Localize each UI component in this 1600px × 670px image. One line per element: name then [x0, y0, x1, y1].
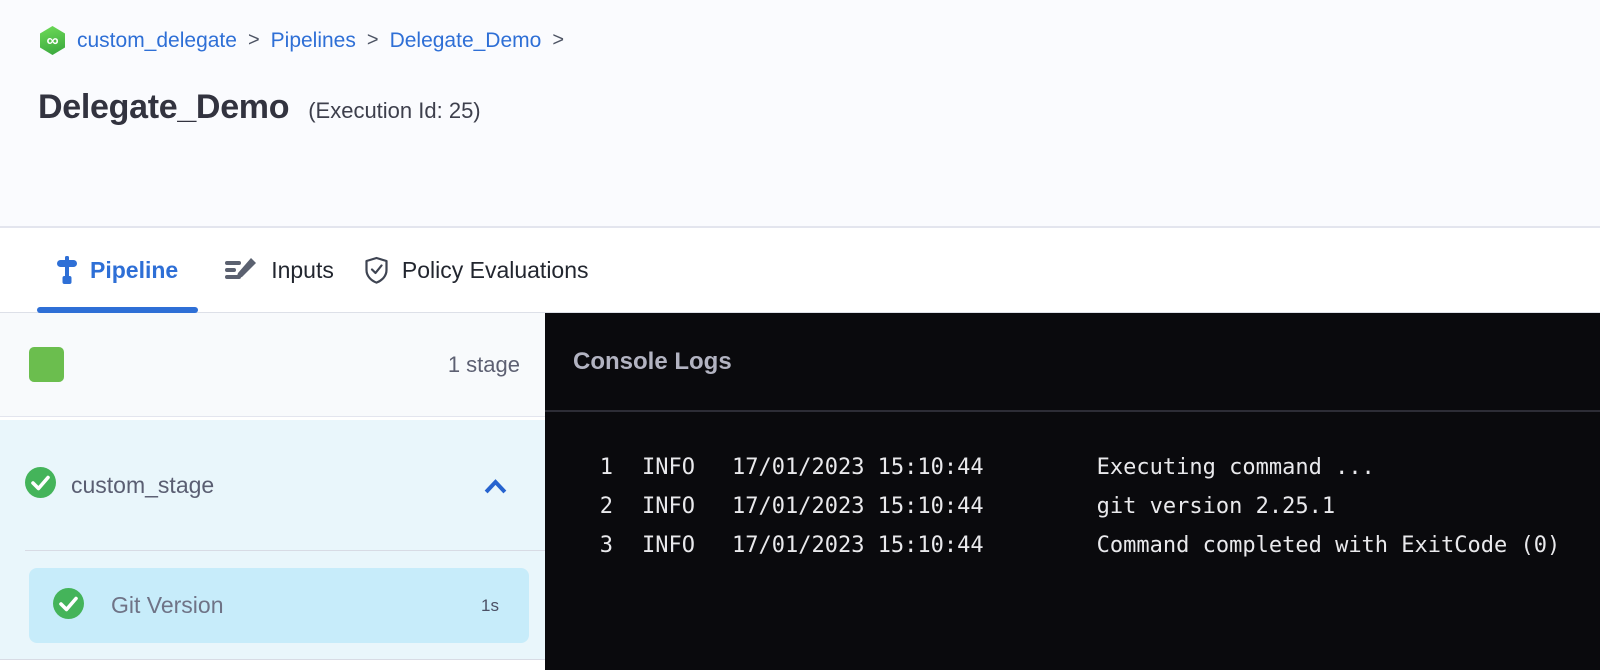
stage-status-square-icon: [29, 347, 64, 382]
execution-content: 1 stage custom_stage: [0, 313, 1600, 670]
console-log-area: 1 INFO 17/01/2023 15:10:44 Executing com…: [545, 412, 1600, 565]
console-logs-panel: Console Logs 1 INFO 17/01/2023 15:10:44 …: [545, 313, 1600, 670]
log-level: INFO: [642, 526, 695, 565]
pipeline-execution-page: ∞ custom_delegate > Pipelines > Delegate…: [0, 0, 1600, 670]
log-line-number: 1: [545, 448, 613, 487]
console-logs-title: Console Logs: [573, 348, 732, 376]
execution-header: ∞ custom_delegate > Pipelines > Delegate…: [0, 0, 1600, 228]
execution-tabbar: Pipeline Inputs Policy Evaluati: [0, 228, 1600, 313]
stage-row-custom-stage[interactable]: custom_stage: [0, 420, 545, 550]
tab-pipeline[interactable]: Pipeline: [37, 228, 198, 312]
log-message: git version 2.25.1: [1097, 487, 1335, 526]
edit-lines-icon: [224, 255, 258, 285]
next-section-edge: [0, 659, 545, 670]
stage-panel: 1 stage custom_stage: [0, 313, 545, 670]
infinity-glyph: ∞: [46, 32, 58, 49]
success-check-icon: [53, 588, 84, 624]
log-timestamp: 17/01/2023 15:10:44: [732, 448, 984, 487]
log-level: INFO: [642, 448, 695, 487]
stage-step-divider: [25, 550, 545, 551]
log-line: 3 INFO 17/01/2023 15:10:44 Command compl…: [545, 526, 1600, 565]
stage-name-label: custom_stage: [71, 472, 214, 499]
log-message: Command completed with ExitCode (0): [1097, 526, 1561, 565]
success-check-icon: [25, 467, 56, 503]
breadcrumb-link-pipelines[interactable]: Pipelines: [271, 29, 356, 53]
step-row-git-version[interactable]: Git Version 1s: [29, 568, 529, 643]
breadcrumb-link-project[interactable]: custom_delegate: [77, 29, 237, 53]
log-timestamp: 17/01/2023 15:10:44: [732, 487, 984, 526]
breadcrumb-separator: >: [367, 29, 379, 52]
breadcrumb-link-pipeline[interactable]: Delegate_Demo: [390, 29, 542, 53]
log-line: 1 INFO 17/01/2023 15:10:44 Executing com…: [545, 448, 1600, 487]
breadcrumb-separator: >: [248, 29, 260, 52]
log-message: Executing command ...: [1097, 448, 1375, 487]
tab-pipeline-label: Pipeline: [90, 257, 178, 284]
breadcrumb-separator: >: [552, 29, 564, 52]
log-line: 2 INFO 17/01/2023 15:10:44 git version 2…: [545, 487, 1600, 526]
log-timestamp: 17/01/2023 15:10:44: [732, 526, 984, 565]
breadcrumb: ∞ custom_delegate > Pipelines > Delegate…: [40, 0, 1600, 55]
active-tab-indicator: [37, 307, 198, 313]
pipeline-icon: [57, 256, 77, 284]
console-logs-header: Console Logs: [545, 313, 1600, 412]
stage-section-spacer: [0, 643, 545, 659]
tab-policy-evaluations-label: Policy Evaluations: [402, 257, 589, 284]
chevron-up-icon[interactable]: [484, 477, 507, 494]
tab-inputs-label: Inputs: [271, 257, 334, 284]
stage-section: custom_stage Git Versi: [0, 420, 545, 670]
step-duration-label: 1s: [481, 596, 499, 616]
log-line-number: 3: [545, 526, 613, 565]
page-title: Delegate_Demo: [38, 88, 289, 127]
stage-panel-header: 1 stage: [0, 313, 545, 417]
tab-inputs[interactable]: Inputs: [224, 228, 334, 312]
title-row: Delegate_Demo (Execution Id: 25): [38, 88, 1600, 127]
execution-id-label: (Execution Id: 25): [308, 98, 480, 124]
step-name-label: Git Version: [111, 592, 224, 619]
log-level: INFO: [642, 487, 695, 526]
stage-count-label: 1 stage: [448, 352, 520, 378]
shield-check-icon: [364, 256, 389, 285]
tab-policy-evaluations[interactable]: Policy Evaluations: [364, 228, 589, 312]
log-line-number: 2: [545, 487, 613, 526]
project-icon: ∞: [40, 26, 65, 55]
